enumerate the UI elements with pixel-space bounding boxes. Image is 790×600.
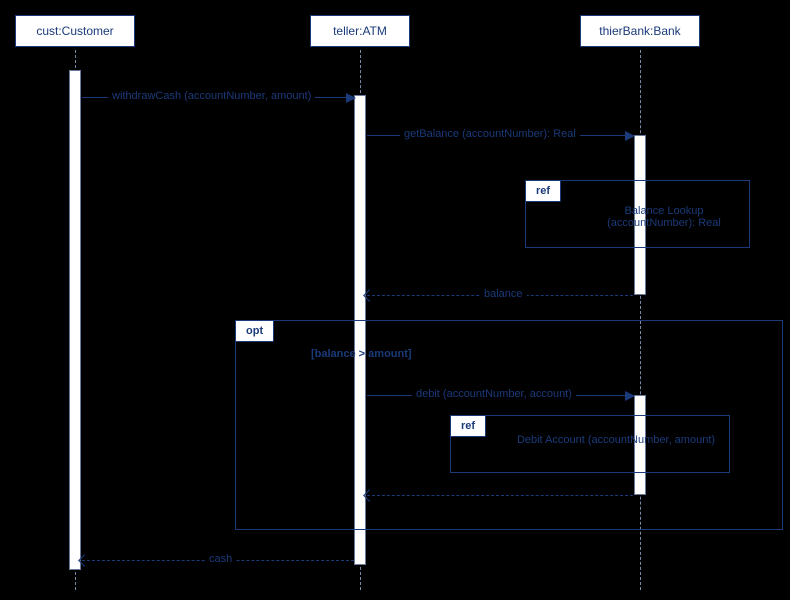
sequence-diagram: cust:Customer teller:ATM thierBank:Bank … [0, 0, 790, 600]
msg-cash-label: cash [205, 553, 236, 565]
arrow-icon [346, 93, 356, 103]
fragment-ref-balance-label: ref [525, 180, 561, 202]
activation-customer [69, 70, 81, 570]
msg-debit-label: debit (accountNumber, account) [412, 388, 576, 400]
fragment-ref-balance: ref Balance Lookup (accountNumber): Real [525, 180, 750, 248]
arrow-icon [625, 391, 635, 401]
msg-getbalance-label: getBalance (accountNumber): Real [400, 128, 580, 140]
fragment-ref-debit-text: Debit Account (accountNumber, amount) [506, 434, 726, 446]
fragment-opt-guard: [balance > amount] [311, 348, 412, 360]
lifeline-atm-head: teller:ATM [310, 15, 410, 47]
msg-debit-return [367, 495, 633, 497]
msg-balance-label: balance [480, 288, 527, 300]
msg-withdraw-label: withdrawCash (accountNumber, amount) [108, 90, 315, 102]
fragment-ref-debit-label: ref [450, 415, 486, 437]
fragment-opt-label: opt [235, 320, 274, 342]
arrow-icon [625, 131, 635, 141]
fragment-ref-debit: ref Debit Account (accountNumber, amount… [450, 415, 730, 473]
lifeline-customer-head: cust:Customer [15, 15, 135, 47]
lifeline-bank-head: thierBank:Bank [580, 15, 700, 47]
fragment-ref-balance-text: Balance Lookup (accountNumber): Real [584, 205, 744, 229]
